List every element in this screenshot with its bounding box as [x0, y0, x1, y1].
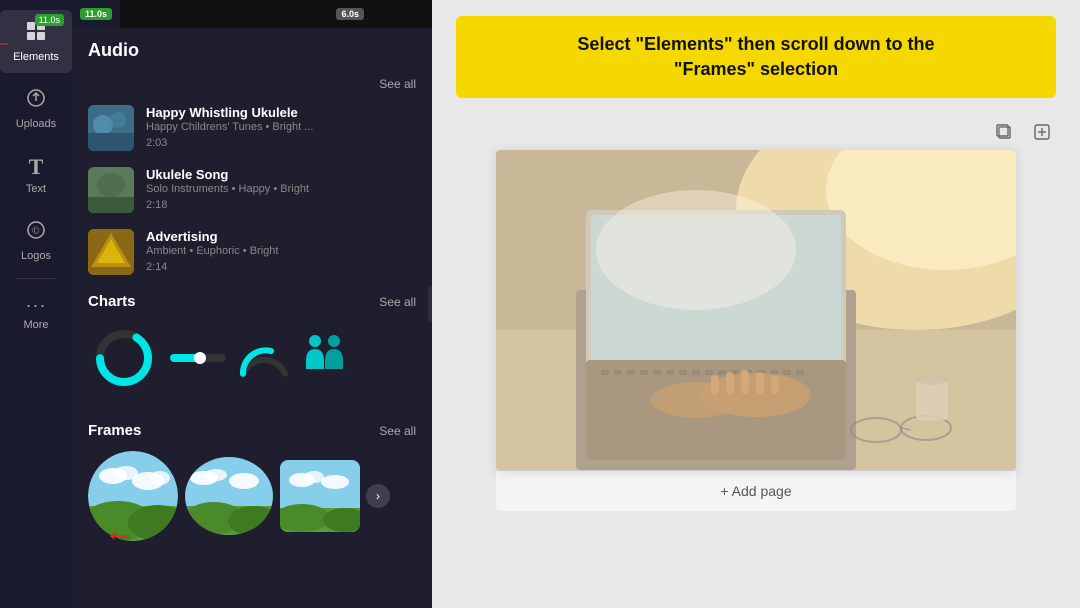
audio-section-header: See all: [72, 67, 432, 97]
charts-row: [72, 316, 432, 400]
copy-button[interactable]: [990, 118, 1018, 146]
instruction-box: Select "Elements" then scroll down to th…: [456, 16, 1056, 98]
red-arrow-icon: ←: [0, 30, 12, 53]
svg-text:©: ©: [32, 226, 40, 237]
frames-next-button[interactable]: ›: [366, 484, 390, 508]
chart-people[interactable]: [302, 322, 348, 394]
audio-info-3: Advertising Ambient • Euphoric • Bright …: [146, 229, 416, 275]
sidebar-item-elements-label: Elements: [13, 51, 59, 63]
sidebar-item-elements[interactable]: ← Elements 11.0s: [0, 10, 72, 73]
add-page-button[interactable]: + Add page: [496, 470, 1016, 511]
audio-see-all[interactable]: See all: [379, 77, 416, 91]
audio-info-1: Happy Whistling Ukulele Happy Childrens'…: [146, 105, 416, 151]
sidebar-item-more-label: More: [23, 319, 48, 331]
charts-section: Charts See all: [72, 283, 432, 408]
text-icon: T: [29, 154, 44, 180]
timeline-segment-1: 11.0s: [72, 0, 120, 28]
instruction-text: Select "Elements" then scroll down to th…: [476, 32, 1036, 82]
audio-thumb-1: [88, 105, 134, 151]
main-content: Select "Elements" then scroll down to th…: [432, 0, 1080, 608]
chart-progress[interactable]: [170, 322, 226, 394]
audio-thumb-2: [88, 167, 134, 213]
nav-divider: [16, 278, 56, 279]
timeline-segment-2: 6.0s: [328, 0, 372, 28]
canvas-toolbar: [536, 114, 1056, 150]
sidebar-item-uploads-label: Uploads: [16, 118, 56, 130]
more-icon: ···: [26, 295, 47, 316]
sidebar-item-more[interactable]: ··· More: [0, 285, 72, 341]
canvas-area: + Add page: [432, 106, 1080, 608]
frame-item-3[interactable]: [280, 460, 360, 532]
frames-section-header: Frames See all: [72, 412, 432, 445]
frame-item-2[interactable]: [184, 456, 274, 536]
logos-icon: ©: [25, 219, 47, 247]
uploads-icon: [25, 87, 47, 115]
frames-title: Frames: [88, 422, 141, 439]
elements-panel: 11.0s 6.0s Audio See all Happy: [72, 0, 432, 608]
panel-collapse-button[interactable]: ‹: [428, 286, 432, 322]
audio-meta-2: Solo Instruments • Happy • Bright 2:18: [146, 182, 416, 213]
audio-section-title: Audio: [88, 40, 139, 60]
audio-thumb-3: [88, 229, 134, 275]
sidebar-nav: ← Elements 11.0s Uploads T Text: [0, 0, 72, 608]
audio-meta-3: Ambient • Euphoric • Bright 2:14: [146, 244, 416, 275]
elements-badge: 11.0s: [35, 14, 64, 26]
audio-list: Happy Whistling Ukulele Happy Childrens'…: [72, 97, 432, 283]
add-button[interactable]: [1028, 118, 1056, 146]
frames-see-all[interactable]: See all: [379, 424, 416, 438]
frames-row: ←: [72, 445, 432, 547]
frame-item-1[interactable]: ←: [88, 451, 178, 541]
audio-info-2: Ukulele Song Solo Instruments • Happy • …: [146, 167, 416, 213]
panel-title: Audio: [72, 28, 432, 67]
chart-donut[interactable]: [88, 322, 160, 394]
canvas-frame: [496, 150, 1016, 470]
audio-item-2[interactable]: Ukulele Song Solo Instruments • Happy • …: [72, 159, 432, 221]
timeline-bar: 11.0s 6.0s: [72, 0, 432, 28]
charts-section-header: Charts See all: [72, 283, 432, 316]
sidebar-item-text-label: Text: [26, 183, 46, 195]
sidebar-item-uploads[interactable]: Uploads: [0, 77, 72, 140]
audio-name-1: Happy Whistling Ukulele: [146, 105, 416, 120]
timeline-badge-1: 11.0s: [80, 8, 112, 20]
sidebar-item-logos-label: Logos: [21, 250, 51, 262]
charts-title: Charts: [88, 293, 136, 310]
sidebar-item-text[interactable]: T Text: [0, 144, 72, 205]
sidebar-item-logos[interactable]: © Logos: [0, 209, 72, 272]
frames-section: Frames See all: [72, 412, 432, 547]
timeline-badge-2: 6.0s: [336, 8, 364, 20]
charts-see-all[interactable]: See all: [379, 295, 416, 309]
audio-name-3: Advertising: [146, 229, 416, 244]
audio-item-1[interactable]: Happy Whistling Ukulele Happy Childrens'…: [72, 97, 432, 159]
audio-meta-1: Happy Childrens' Tunes • Bright ... 2:03: [146, 120, 416, 151]
frames-red-arrow: ←: [104, 515, 134, 547]
chart-arc[interactable]: [236, 322, 292, 394]
laptop-photo: [496, 150, 1016, 470]
add-page-label: + Add page: [720, 483, 791, 499]
audio-name-2: Ukulele Song: [146, 167, 416, 182]
audio-item-3[interactable]: Advertising Ambient • Euphoric • Bright …: [72, 221, 432, 283]
